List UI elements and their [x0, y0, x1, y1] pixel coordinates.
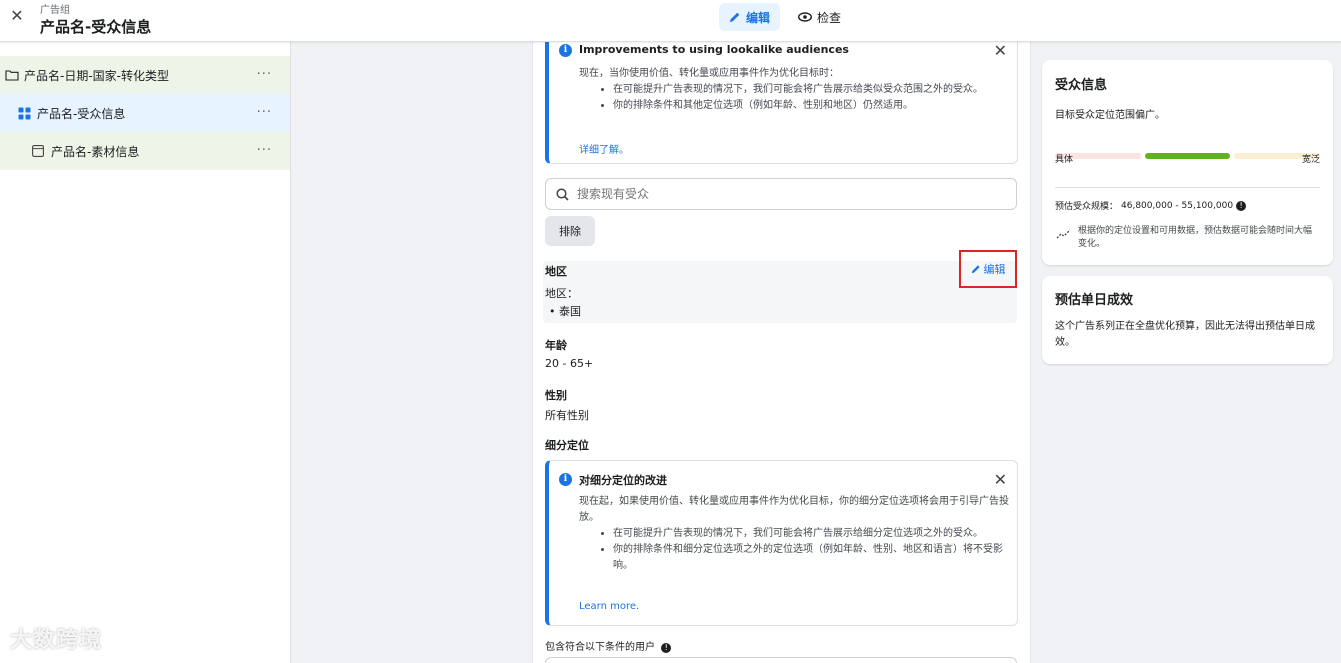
location-sub-label: 地区： [545, 287, 578, 300]
folder-icon [5, 70, 19, 81]
meter-left-label: 具体 [1055, 155, 1074, 165]
page-title: 产品名-受众信息 [40, 18, 152, 36]
audience-definition-card: 受众信息 目标受众定位范围偏广。 具体 宽泛 预估受众规模： 46,800,00… [1042, 60, 1333, 265]
watermark-text: 大数跨境 [10, 628, 103, 653]
exclude-button[interactable]: 排除 [545, 216, 595, 246]
search-input-box[interactable] [545, 178, 1017, 210]
card-title: 预估单日成效 [1055, 293, 1134, 308]
notice-intro: 现在，当你使用价值、转化量或应用事件作为优化目标时： [579, 68, 839, 79]
info-icon[interactable]: ! [1236, 200, 1247, 211]
lookalike-notice: i Improvements to using lookalike audien… [545, 36, 1018, 164]
learn-more-link[interactable]: Learn more. [579, 601, 639, 612]
review-mode-button[interactable]: 检查 [790, 3, 849, 31]
notice-title: Improvements to using lookalike audience… [579, 43, 849, 56]
sidebar-item-adset[interactable]: 产品名-受众信息 ··· [0, 94, 290, 132]
location-value: • 泰国 [549, 305, 581, 318]
more-options-icon[interactable]: ··· [257, 67, 272, 82]
audience-note: 根据你的定位设置和可用数据，预估数据可能会随时间大幅变化。 [1078, 226, 1313, 249]
eye-icon [798, 12, 812, 22]
card-title: 受众信息 [1055, 78, 1108, 93]
audience-size-value: 46,800,000 - 55,100,000 [1121, 200, 1234, 211]
audience-size: 预估受众规模： 46,800,000 - 55,100,000 ! [1055, 199, 1247, 212]
edit-mode-button[interactable]: 编辑 [719, 3, 780, 31]
edit-location-button[interactable]: 编辑 [959, 250, 1017, 288]
audience-editor: i Improvements to using lookalike audien… [532, 36, 1031, 663]
meter-right-label: 宽泛 [1301, 155, 1320, 165]
sidebar-item-campaign[interactable]: 产品名-日期-国家-转化类型 ··· [0, 56, 290, 94]
gender-heading: 性别 [545, 389, 567, 402]
estimated-results-card: 预估单日成效 这个广告系列正在全盘优化预算，因此无法得出预估单日成效。 [1042, 276, 1333, 364]
include-box[interactable] [545, 657, 1017, 663]
gender-value: 所有性别 [545, 409, 589, 422]
learn-more-link[interactable]: 详细了解。 [579, 141, 629, 156]
sidebar: 产品名-日期-国家-转化类型 ··· 产品名-受众信息 ··· 产品名-素材信息… [0, 42, 291, 663]
notice-title: 对细分定位的改进 [579, 474, 667, 487]
top-bar: ✕ 广告组 产品名-受众信息 编辑 检查 [0, 0, 1341, 42]
age-heading: 年龄 [545, 339, 567, 352]
age-value: 20 - 65+ [545, 357, 594, 370]
include-label-text: 包含符合以下条件的用户 [545, 642, 655, 653]
meter-segment-active [1144, 153, 1231, 159]
include-label: 包含符合以下条件的用户 ! [545, 638, 672, 653]
location-section: 地区 地区： • 泰国 [543, 261, 1017, 323]
sidebar-item-label: 产品名-日期-国家-转化类型 [24, 68, 169, 83]
audience-breadth-meter [1055, 153, 1321, 159]
breadcrumb: 广告组 [40, 5, 70, 16]
info-icon: i [559, 473, 572, 486]
notice-bullet: 你的排除条件和其他定位选项（例如年龄、性别和地区）仍然适用。 [613, 98, 1009, 114]
sidebar-item-ad[interactable]: 产品名-素材信息 ··· [0, 132, 290, 170]
notice-bullet: 在可能提升广告表现的情况下，我们可能会将广告展示给类似受众范围之外的受众。 [613, 82, 1009, 98]
edit-location-label: 编辑 [983, 263, 1006, 276]
notice-body: 现在，当你使用价值、转化量或应用事件作为优化目标时： 在可能提升广告表现的情况下… [579, 66, 1009, 114]
search-input[interactable] [577, 187, 977, 201]
pencil-icon [971, 265, 980, 274]
close-notice-icon[interactable]: ✕ [994, 470, 1007, 489]
ad-icon [32, 145, 44, 157]
watermark: 大数跨境 [10, 622, 102, 654]
audience-size-label: 预估受众规模： [1055, 202, 1119, 212]
close-icon[interactable]: ✕ [9, 8, 25, 24]
edit-mode-label: 编辑 [745, 10, 770, 25]
info-icon[interactable]: ! [661, 643, 672, 653]
notice-bullet: 你的排除条件和细分定位选项之外的定位选项（例如年龄、性别、地区和语言）将不受影响… [613, 542, 1009, 574]
notice-body: 现在起，如果使用价值、转化量或应用事件作为优化目标，你的细分定位选项将会用于引导… [579, 494, 1009, 574]
info-icon: i [559, 44, 572, 57]
detailed-targeting-heading: 细分定位 [545, 439, 589, 452]
search-icon [556, 187, 569, 201]
more-options-icon[interactable]: ··· [257, 143, 272, 158]
sidebar-item-label: 产品名-素材信息 [51, 144, 140, 159]
location-value-text: 泰国 [559, 305, 581, 318]
pencil-icon [729, 12, 740, 22]
notice-bullet: 在可能提升广告表现的情况下，我们可能会将广告展示给细分定位选项之外的受众。 [613, 526, 1009, 542]
notice-intro: 现在起，如果使用价值、转化量或应用事件作为优化目标，你的细分定位选项将会用于引导… [579, 496, 1009, 523]
results-text: 这个广告系列正在全盘优化预算，因此无法得出预估单日成效。 [1055, 321, 1315, 348]
location-heading: 地区 [545, 265, 567, 278]
grid-icon [18, 107, 31, 119]
review-mode-label: 检查 [817, 10, 842, 25]
divider [1055, 187, 1320, 188]
sidebar-item-label: 产品名-受众信息 [37, 106, 126, 121]
more-options-icon[interactable]: ··· [257, 105, 272, 120]
close-notice-icon[interactable]: ✕ [994, 41, 1007, 60]
detailed-targeting-notice: i 对细分定位的改进 ✕ 现在起，如果使用价值、转化量或应用事件作为优化目标，你… [545, 460, 1018, 626]
trend-icon [1056, 229, 1071, 239]
audience-subtitle: 目标受众定位范围偏广。 [1055, 110, 1165, 121]
